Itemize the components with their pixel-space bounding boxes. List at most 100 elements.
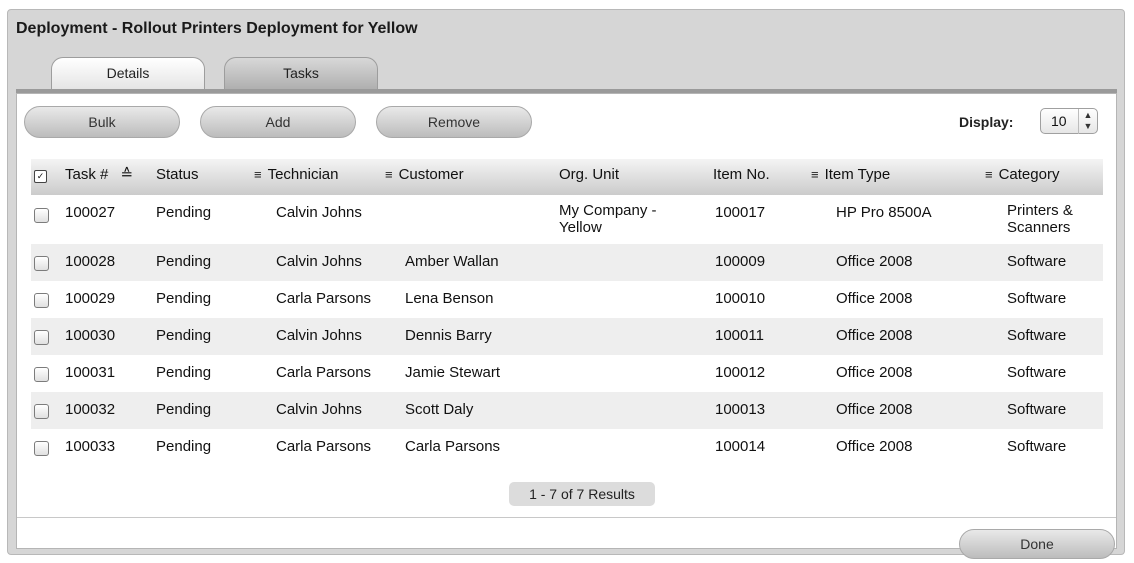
task-link[interactable]: 100033 [65, 438, 115, 455]
status-cell: Pending [156, 364, 212, 381]
item-no-link[interactable]: 100009 [715, 253, 765, 270]
org-unit-line: My Company - [559, 202, 657, 219]
display-select[interactable]: 10 ▲ ▼ [1040, 108, 1098, 134]
table-header: ✓ Task # ≙ Status ≡ Technician ≡ Customer … [31, 159, 1103, 195]
item-type-cell: Office 2008 [836, 290, 913, 307]
category-cell: Software [1007, 253, 1067, 270]
sort-ascending-icon[interactable]: ≙ [121, 166, 134, 183]
status-cell: Pending [156, 290, 212, 307]
pagination-summary: 1 - 7 of 7 Results [509, 482, 655, 506]
item-no-link[interactable]: 100017 [715, 204, 765, 221]
item-no-link[interactable]: 100011 [715, 327, 764, 344]
column-label-task: Task # [65, 166, 109, 183]
filter-lines-icon[interactable]: ≡ [254, 167, 262, 182]
category-cell: Software [1007, 364, 1067, 381]
row-checkbox[interactable] [34, 208, 49, 223]
filter-lines-icon[interactable]: ≡ [385, 167, 393, 182]
column-header-status[interactable]: Status [156, 159, 199, 191]
task-link[interactable]: 100032 [65, 401, 115, 418]
category-cell: Software [1007, 290, 1067, 307]
status-cell: Pending [156, 204, 212, 221]
status-cell: Pending [156, 327, 212, 344]
table-row: 100030 Pending Calvin Johns Dennis Barry… [31, 318, 1103, 355]
column-header-customer[interactable]: ≡ Customer [385, 159, 464, 191]
footer-divider [17, 517, 1116, 518]
customer-cell: Dennis Barry [405, 327, 492, 344]
table-row: 100033 Pending Carla Parsons Carla Parso… [31, 429, 1103, 466]
row-checkbox[interactable] [34, 256, 49, 271]
category-cell: Software [1007, 401, 1067, 418]
display-label: Display: [959, 114, 1014, 130]
row-checkbox[interactable] [34, 293, 49, 308]
window-title: Deployment - Rollout Printers Deployment… [16, 20, 418, 37]
item-type-cell: HP Pro 8500A [836, 204, 932, 221]
column-label-customer: Customer [398, 166, 464, 183]
display-value: 10 [1051, 113, 1067, 129]
column-header-category[interactable]: ≡ Category [985, 159, 1059, 191]
column-header-org-unit[interactable]: Org. Unit [559, 159, 619, 191]
technician-link[interactable]: Calvin Johns [276, 401, 362, 418]
status-cell: Pending [156, 253, 212, 270]
column-header-task[interactable]: Task # ≙ [65, 159, 133, 191]
deployment-window: Deployment - Rollout Printers Deployment… [7, 9, 1125, 559]
row-checkbox[interactable] [34, 441, 49, 456]
item-no-link[interactable]: 100013 [715, 401, 765, 418]
row-checkbox[interactable] [34, 404, 49, 419]
column-label-category: Category [998, 166, 1060, 183]
technician-link[interactable]: Carla Parsons [276, 438, 371, 455]
select-all-checkbox-icon[interactable]: ✓ [34, 159, 47, 191]
tab-tasks[interactable]: Tasks [224, 57, 378, 90]
customer-cell: Lena Benson [405, 290, 494, 307]
customer-cell: Scott Daly [405, 401, 474, 418]
category-cell: Printers & Scanners [1007, 202, 1073, 236]
row-checkbox[interactable] [34, 330, 49, 345]
task-link[interactable]: 100030 [65, 327, 115, 344]
stepper-arrows-icon: ▲ ▼ [1078, 109, 1097, 134]
bulk-button[interactable]: Bulk [24, 106, 180, 138]
column-label-technician: Technician [267, 166, 339, 183]
column-label-item-type: Item Type [824, 166, 891, 183]
filter-lines-icon[interactable]: ≡ [811, 167, 819, 182]
task-link[interactable]: 100028 [65, 253, 115, 270]
tasks-panel: Bulk Add Remove Display: 10 ▲ ▼ ✓ Task # … [16, 93, 1117, 559]
org-unit-cell: My Company - Yellow [559, 202, 657, 236]
customer-cell: Amber Wallan [405, 253, 499, 270]
done-button[interactable]: Done [959, 529, 1115, 559]
task-link[interactable]: 100027 [65, 204, 115, 221]
item-type-cell: Office 2008 [836, 253, 913, 270]
row-checkbox[interactable] [34, 367, 49, 382]
org-unit-line: Yellow [559, 219, 602, 236]
task-link[interactable]: 100031 [65, 364, 115, 381]
item-no-link[interactable]: 100010 [715, 290, 765, 307]
table-row: 100031 Pending Carla Parsons Jamie Stewa… [31, 355, 1103, 392]
task-link[interactable]: 100029 [65, 290, 115, 307]
table-row: 100029 Pending Carla Parsons Lena Benson… [31, 281, 1103, 318]
technician-link[interactable]: Carla Parsons [276, 364, 371, 381]
category-line: Printers & [1007, 202, 1073, 219]
column-header-item-type[interactable]: ≡ Item Type [811, 159, 890, 191]
status-cell: Pending [156, 438, 212, 455]
customer-cell: Carla Parsons [405, 438, 501, 455]
category-cell: Software [1007, 438, 1067, 455]
table-row: 100027 Pending Calvin Johns My Company -… [31, 195, 1103, 244]
filter-lines-icon[interactable]: ≡ [985, 167, 993, 182]
add-button[interactable]: Add [200, 106, 356, 138]
item-type-cell: Office 2008 [836, 364, 913, 381]
technician-link[interactable]: Calvin Johns [276, 253, 362, 270]
status-cell: Pending [156, 401, 212, 418]
item-no-link[interactable]: 100012 [715, 364, 765, 381]
technician-link[interactable]: Carla Parsons [276, 290, 371, 307]
technician-link[interactable]: Calvin Johns [276, 327, 362, 344]
item-type-cell: Office 2008 [836, 438, 913, 455]
column-header-technician[interactable]: ≡ Technician [254, 159, 338, 191]
item-type-cell: Office 2008 [836, 401, 913, 418]
category-cell: Software [1007, 327, 1067, 344]
item-type-cell: Office 2008 [836, 327, 913, 344]
tab-details[interactable]: Details [51, 57, 205, 90]
item-no-link[interactable]: 100014 [715, 438, 765, 455]
technician-link[interactable]: Calvin Johns [276, 204, 362, 221]
category-line: Scanners [1007, 219, 1071, 236]
remove-button[interactable]: Remove [376, 106, 532, 138]
table-row: 100032 Pending Calvin Johns Scott Daly 1… [31, 392, 1103, 429]
column-header-item-no[interactable]: Item No. [713, 159, 770, 191]
